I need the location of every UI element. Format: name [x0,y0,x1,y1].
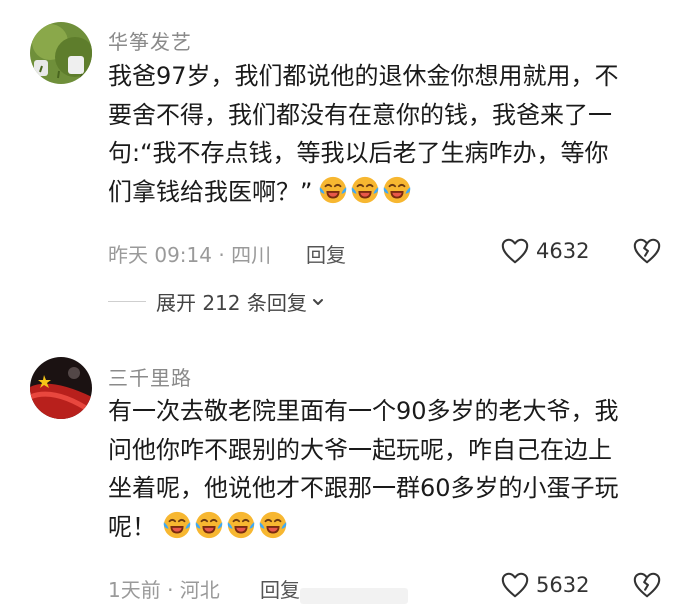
laughing-tears-emoji [350,175,380,205]
username[interactable]: 华筝发艺 [108,26,192,55]
reply-button[interactable]: 回复 [306,239,346,268]
comment-meta: 1天前 · 河北 [108,578,220,602]
comment-line: 句:“我不存点钱，等我以后老了生病咋办，等你 [108,139,609,167]
emoji-row [318,175,414,217]
laughing-tears-emoji [162,510,192,540]
comment-line: 要舍不得，我们都没有在意你的钱，我爸来了一 [108,100,612,129]
watermark-overlay [300,588,408,604]
reply-button[interactable]: 回复 [260,574,300,603]
like-count: 5632 [536,573,590,597]
emoji-row [162,510,290,552]
username[interactable]: 三千里路 [108,362,192,391]
like-button[interactable]: 5632 [500,570,589,600]
like-button[interactable]: 4632 [500,236,589,266]
divider [108,301,146,302]
avatar[interactable] [30,357,92,419]
comment-line-text: 们拿钱给我医啊？” [108,177,313,206]
broken-heart-icon [632,236,662,266]
laughing-tears-emoji [226,510,256,540]
comment-line: 坐着呢，他说他才不跟那一群60多岁的小蛋子玩 [108,474,619,502]
chevron-down-icon [312,298,323,305]
expand-replies-link[interactable]: 展开 212 条回复 [108,287,325,316]
laughing-tears-emoji [382,175,412,205]
comment-line: 有一次去敬老院里面有一个90多岁的老大爷，我 [108,397,619,425]
laughing-tears-emoji [258,510,288,540]
like-count: 4632 [536,239,590,263]
comment-line: 问他你咋不跟别的大爷一起玩呢，咋自己在边上 [108,435,612,464]
heart-icon [500,570,530,600]
dislike-button[interactable] [632,570,662,604]
comment-text: 有一次去敬老院里面有一个90多岁的老大爷，我 问他你咋不跟别的大爷一起玩呢，咋自… [108,392,668,551]
dislike-button[interactable] [632,236,662,270]
comment-line: 我爸97岁，我们都说他的退休金你想用就用，不 [108,62,619,90]
heart-icon [500,236,530,266]
expand-replies-label: 展开 212 条回复 [156,291,307,315]
comment-line-text: 呢！ [108,512,156,541]
comment-line: 呢！ [108,508,668,552]
laughing-tears-emoji [194,510,224,540]
comment-meta: 昨天 09:14 · 四川 [108,243,272,267]
grass-avatar-icon [30,22,92,84]
laughing-tears-emoji [318,175,348,205]
flag-avatar-icon [30,357,92,419]
avatar[interactable] [30,22,92,84]
comment-line: 们拿钱给我医啊？” [108,173,668,217]
broken-heart-icon [632,570,662,600]
comment-text: 我爸97岁，我们都说他的退休金你想用就用，不 要舍不得，我们都没有在意你的钱，我… [108,57,668,216]
